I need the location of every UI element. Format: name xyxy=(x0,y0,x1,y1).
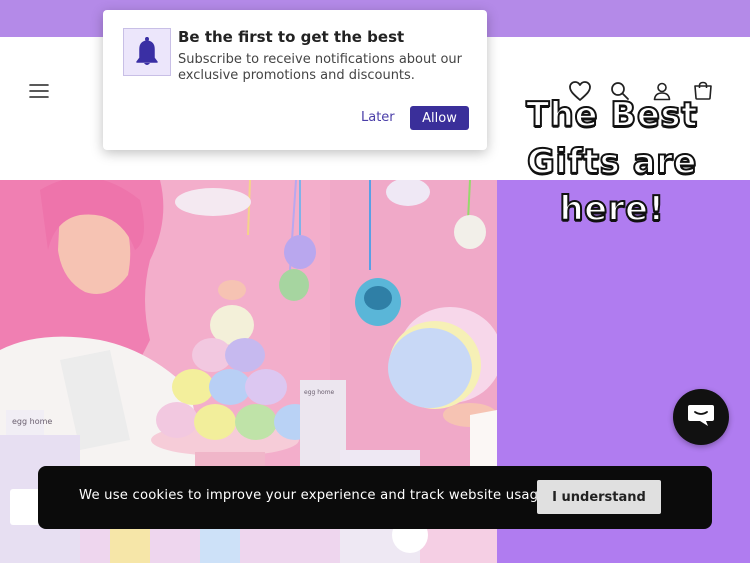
hero-heading: The Best Gifts are here! xyxy=(512,92,712,233)
menu-icon[interactable] xyxy=(25,77,53,105)
hero-heading-line: The Best xyxy=(525,94,698,136)
photo-brand-text-2: egg home xyxy=(304,389,335,396)
cookie-banner: We use cookies to improve your experienc… xyxy=(38,466,712,529)
notification-title: Be the first to get the best xyxy=(178,28,405,46)
cookie-message: We use cookies to improve your experienc… xyxy=(79,488,551,503)
hero-heading-line: here! xyxy=(558,188,665,230)
hero-heading-line: Gifts are xyxy=(526,141,697,183)
chat-bubble-icon xyxy=(686,402,716,432)
bell-icon xyxy=(123,28,171,76)
photo-brand-text-1: egg home xyxy=(12,417,52,426)
notification-prompt: Be the first to get the best Subscribe t… xyxy=(103,10,487,150)
later-button[interactable]: Later xyxy=(361,110,395,125)
hidden-button-stub[interactable] xyxy=(10,489,40,525)
allow-button[interactable]: Allow xyxy=(410,106,469,130)
notification-body: Subscribe to receive notifications about… xyxy=(178,52,463,83)
chat-button[interactable] xyxy=(673,389,729,445)
cookie-accept-button[interactable]: I understand xyxy=(537,480,661,514)
